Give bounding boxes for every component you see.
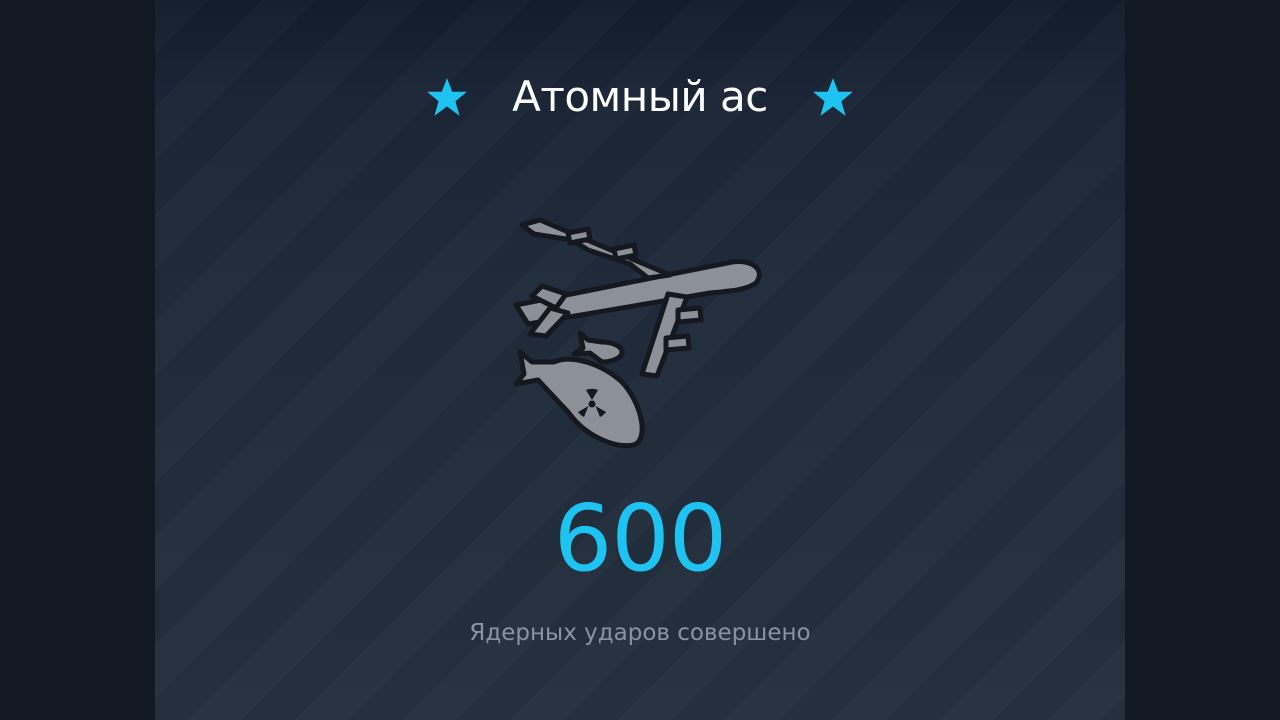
achievement-screen: Атомный ас 600 Ядерных ударов совершено <box>0 0 1280 720</box>
right-letterbox <box>1125 0 1280 720</box>
star-icon <box>427 78 468 116</box>
left-letterbox <box>0 0 155 720</box>
star-icon <box>812 78 853 116</box>
achievement-header: Атомный ас <box>155 62 1125 132</box>
bomber-with-nuclear-bombs-icon <box>513 217 762 449</box>
achievement-panel: Атомный ас 600 Ядерных ударов совершено <box>155 0 1125 720</box>
achievement-caption: Ядерных ударов совершено <box>469 620 811 646</box>
achievement-title: Атомный ас <box>512 72 768 121</box>
achievement-count: 600 <box>553 485 728 592</box>
